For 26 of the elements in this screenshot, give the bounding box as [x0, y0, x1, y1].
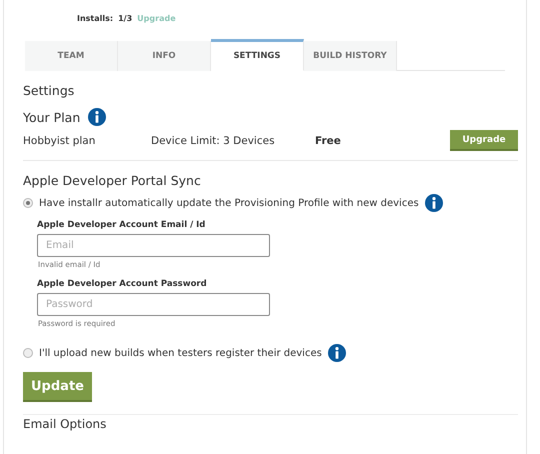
- info-icon[interactable]: [424, 194, 443, 212]
- device-limit: Device Limit: 3 Devices: [151, 134, 276, 146]
- tab[interactable]: TEAM: [25, 41, 118, 71]
- installs-label: Installs:: [77, 14, 114, 22]
- section-heading: Email Options: [23, 417, 108, 431]
- field-label: Apple Developer Account Email / Id: [37, 220, 206, 230]
- radio-button[interactable]: [23, 348, 33, 358]
- tab[interactable]: SETTINGS: [211, 39, 304, 71]
- tab[interactable]: INFO: [118, 41, 211, 71]
- upgrade-button[interactable]: Upgrade: [450, 130, 518, 151]
- tab[interactable]: BUILD HISTORY: [304, 41, 397, 71]
- input-field[interactable]: Password: [37, 293, 270, 316]
- section-heading: Settings: [23, 83, 76, 98]
- plan-price: Free: [315, 134, 342, 146]
- plan-name: Hobbyist plan: [23, 134, 96, 146]
- plan-heading: Your Plan: [23, 110, 80, 124]
- sync-heading: Apple Developer Portal Sync: [23, 173, 202, 188]
- option-label: Have installr automatically update the Provisioning Profile with new devices: [39, 198, 419, 208]
- installs-count: 1/3: [118, 14, 132, 22]
- info-icon[interactable]: [328, 344, 346, 362]
- radio-button[interactable]: [23, 198, 33, 208]
- update-button[interactable]: Update: [23, 372, 92, 402]
- info-icon[interactable]: [88, 108, 106, 126]
- option-label: I'll upload new builds when testers register their devices: [39, 348, 322, 358]
- field-label: Apple Developer Account Password: [37, 279, 208, 289]
- input-field[interactable]: Email: [37, 234, 270, 257]
